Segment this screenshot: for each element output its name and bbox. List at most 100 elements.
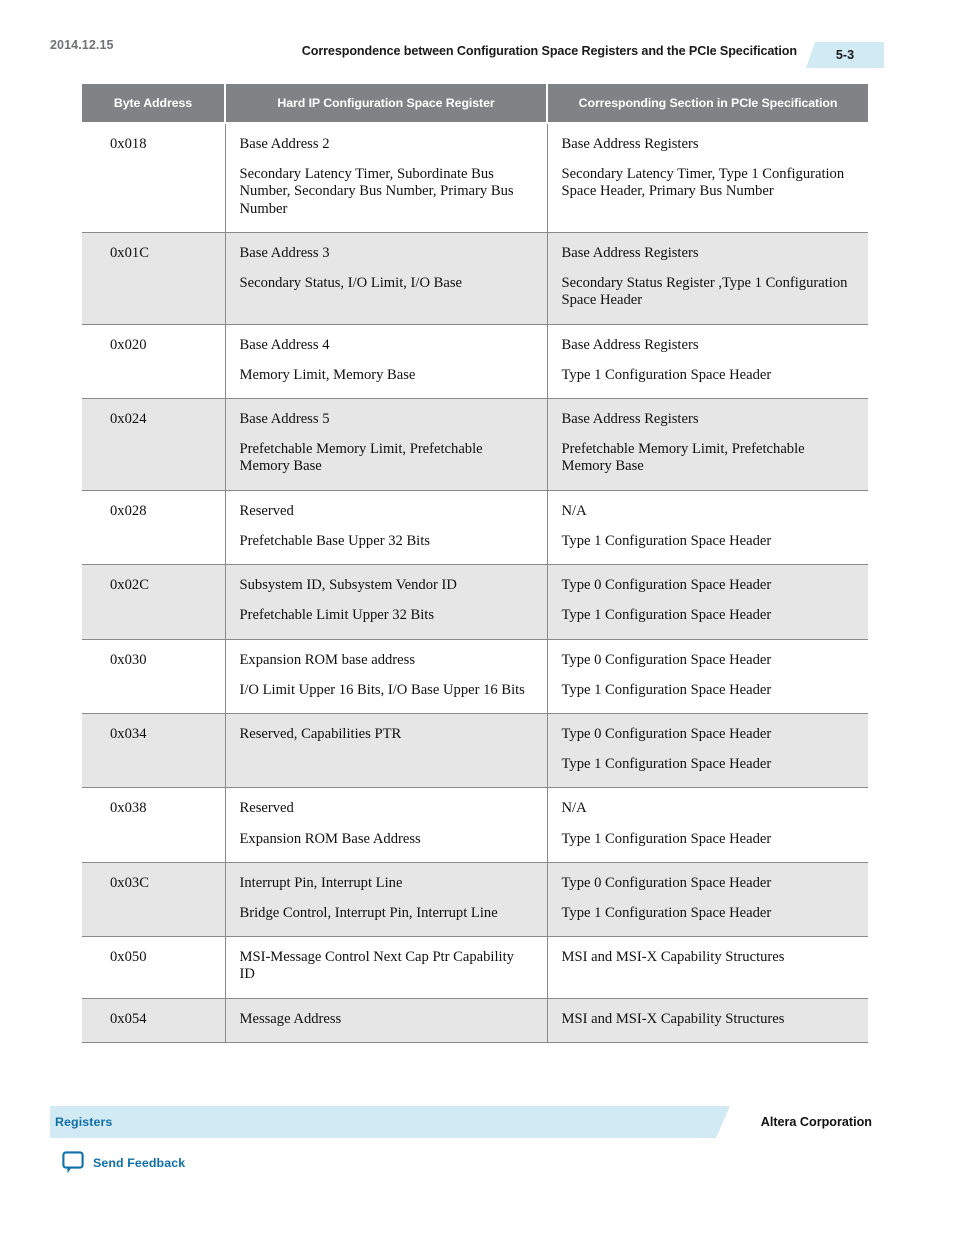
cell-paragraph: Prefetchable Memory Limit, Prefetchable … <box>561 441 805 475</box>
cell-paragraph: Type 1 Configuration Space Header <box>561 366 772 383</box>
page-header: 2014.12.15 Correspondence between Config… <box>0 0 954 72</box>
table-row: 0x050 MSI-Message Control Next Cap Ptr Ca… <box>82 936 868 999</box>
cell-paragraph: Base Address 2 <box>239 136 330 152</box>
cell-paragraph: N/A <box>561 502 587 519</box>
cell-paragraph: Type 1 Configuration Space Header <box>561 756 772 773</box>
cell-paragraph: Message Address <box>239 1010 342 1027</box>
cell-paragraph: Secondary Latency Timer, Type 1 Configur… <box>561 166 845 200</box>
cell-pcie-section: Type 0 Configuration Space Header Type 1 … <box>547 713 868 789</box>
cell-paragraph: Reserved <box>239 800 294 817</box>
cell-paragraph: Reserved <box>239 502 294 519</box>
table-row: 0x054 Message Address MSI and MSI-X Capabi… <box>82 998 868 1043</box>
cell-paragraph: Bridge Control, Interrupt Pin, Interrupt… <box>239 905 498 922</box>
cell-byte-address: 0x024 <box>82 398 226 491</box>
footer-corporation-label: Altera Corporation <box>760 1115 872 1129</box>
cell-byte-address: 0x050 <box>82 936 226 999</box>
cell-paragraph: N/A <box>561 800 587 817</box>
cell-paragraph: Type 1 Configuration Space Header <box>561 830 772 847</box>
cell-pcie-section: Base Address Registers Type 1 Configurati… <box>547 324 868 399</box>
cell-paragraph: Type 0 Configuration Space Header <box>561 577 772 594</box>
cell-paragraph: Subsystem ID, Subsystem Vendor ID <box>239 577 457 594</box>
column-header-byte-address: Byte Address <box>82 84 226 124</box>
page-footer: Registers Altera Corporation Send Feedba… <box>0 1106 954 1196</box>
cell-pcie-section: Base Address Registers Secondary Latency … <box>547 123 868 233</box>
speech-bubble-icon <box>62 1151 84 1174</box>
cell-hard-ip-register: Base Address 3 Secondary Status, I/O Limi… <box>225 232 548 325</box>
cell-paragraph: Expansion ROM Base Address <box>239 830 421 847</box>
cell-byte-address: 0x02C <box>82 564 226 640</box>
cell-paragraph: Prefetchable Base Upper 32 Bits <box>239 532 430 549</box>
cell-hard-ip-register: Reserved, Capabilities PTR <box>225 713 548 789</box>
cell-hard-ip-register: Interrupt Pin, Interrupt Line Bridge Cont… <box>225 862 548 938</box>
table-row: 0x020 Base Address 4 Memory Limit, Memory … <box>82 324 868 399</box>
cell-paragraph: MSI and MSI-X Capability Structures <box>561 949 785 966</box>
cell-byte-address: 0x028 <box>82 490 226 566</box>
cell-paragraph: Type 1 Configuration Space Header <box>561 681 772 698</box>
cell-paragraph: Type 1 Configuration Space Header <box>561 607 772 624</box>
cell-byte-address: 0x020 <box>82 324 226 399</box>
send-feedback-label: Send Feedback <box>93 1156 186 1170</box>
table-row: 0x024 Base Address 5 Prefetchable Memory L… <box>82 398 868 491</box>
cell-hard-ip-register: Expansion ROM base address I/O Limit Uppe… <box>225 639 548 714</box>
cell-paragraph: Reserved, Capabilities PTR <box>239 725 402 742</box>
cell-paragraph: Expansion ROM base address <box>239 651 416 668</box>
cell-pcie-section: MSI and MSI-X Capability Structures <box>547 936 868 999</box>
cell-hard-ip-register: Message Address <box>225 998 548 1043</box>
cell-paragraph: MSI and MSI-X Capability Structures <box>561 1010 785 1027</box>
cell-paragraph: Secondary Status Register ,Type 1 Config… <box>561 275 848 309</box>
cell-paragraph: Prefetchable Memory Limit, Prefetchable … <box>239 441 483 475</box>
table-row: 0x02C Subsystem ID, Subsystem Vendor ID Pr… <box>82 564 868 640</box>
cell-paragraph: I/O Limit Upper 16 Bits, I/O Base Upper … <box>239 681 525 698</box>
cell-byte-address: 0x034 <box>82 713 226 789</box>
table-header: Byte Address Hard IP Configuration Space… <box>82 84 868 124</box>
cell-paragraph: Memory Limit, Memory Base <box>239 366 416 383</box>
table-row: 0x01C Base Address 3 Secondary Status, I/O… <box>82 232 868 325</box>
cell-paragraph: Prefetchable Limit Upper 32 Bits <box>239 607 435 624</box>
table-row: 0x028 Reserved Prefetchable Base Upper 32 … <box>82 490 868 566</box>
cell-paragraph: MSI-Message Control Next Cap Ptr Capabil… <box>239 949 514 983</box>
cell-pcie-section: Type 0 Configuration Space Header Type 1 … <box>547 639 868 714</box>
column-header-hard-ip-register: Hard IP Configuration Space Register <box>225 84 548 124</box>
cell-pcie-section: N/A Type 1 Configuration Space Header <box>547 787 868 863</box>
cell-paragraph: Base Address Registers <box>561 136 699 152</box>
configuration-space-register-table: Byte Address Hard IP Configuration Space… <box>82 84 868 1043</box>
table-row: 0x038 Reserved Expansion ROM Base Address N… <box>82 787 868 863</box>
cell-hard-ip-register: Base Address 4 Memory Limit, Memory Base <box>225 324 548 399</box>
cell-hard-ip-register: MSI-Message Control Next Cap Ptr Capabil… <box>225 936 548 999</box>
cell-paragraph: Interrupt Pin, Interrupt Line <box>239 874 403 891</box>
header-date: 2014.12.15 <box>50 38 114 52</box>
cell-pcie-section: Type 0 Configuration Space Header Type 1 … <box>547 564 868 640</box>
page-number-label: 5-3 <box>835 48 855 62</box>
cell-paragraph: Type 0 Configuration Space Header <box>561 725 772 742</box>
cell-paragraph: Base Address Registers <box>561 244 699 261</box>
cell-paragraph: Base Address 3 <box>239 244 330 261</box>
cell-paragraph: Base Address Registers <box>561 410 699 427</box>
cell-hard-ip-register: Subsystem ID, Subsystem Vendor ID Prefetc… <box>225 564 548 640</box>
table-row: 0x018 Base Address 2 Secondary Latency Tim… <box>82 123 868 233</box>
cell-paragraph: Secondary Latency Timer, Subordinate Bus… <box>239 166 514 217</box>
cell-hard-ip-register: Reserved Prefetchable Base Upper 32 Bits <box>225 490 548 566</box>
cell-byte-address: 0x01C <box>82 232 226 325</box>
cell-hard-ip-register: Reserved Expansion ROM Base Address <box>225 787 548 863</box>
cell-hard-ip-register: Base Address 5 Prefetchable Memory Limit,… <box>225 398 548 491</box>
table-row: 0x034 Reserved, Capabilities PTR Type 0 Co… <box>82 713 868 789</box>
cell-paragraph: Type 0 Configuration Space Header <box>561 874 772 891</box>
cell-paragraph: Base Address 4 <box>239 336 330 353</box>
table-body: 0x018 Base Address 2 Secondary Latency Tim… <box>82 123 868 1043</box>
cell-hard-ip-register: Base Address 2 Secondary Latency Timer, S… <box>225 123 548 233</box>
footer-section-band <box>50 1106 730 1138</box>
cell-paragraph: Base Address Registers <box>561 336 699 353</box>
footer-section-label: Registers <box>55 1115 113 1129</box>
cell-pcie-section: MSI and MSI-X Capability Structures <box>547 998 868 1043</box>
table-row: 0x030 Expansion ROM base address I/O Limit… <box>82 639 868 714</box>
cell-byte-address: 0x054 <box>82 998 226 1043</box>
cell-byte-address: 0x03C <box>82 862 226 938</box>
table-row: 0x03C Interrupt Pin, Interrupt Line Bridge… <box>82 862 868 938</box>
cell-pcie-section: Base Address Registers Prefetchable Memor… <box>547 398 868 491</box>
table-header-row: Byte Address Hard IP Configuration Space… <box>82 84 868 124</box>
cell-paragraph: Type 1 Configuration Space Header <box>561 532 772 549</box>
cell-pcie-section: N/A Type 1 Configuration Space Header <box>547 490 868 566</box>
send-feedback-link[interactable]: Send Feedback <box>62 1150 185 1176</box>
cell-byte-address: 0x018 <box>82 123 226 233</box>
cell-pcie-section: Base Address Registers Secondary Status R… <box>547 232 868 325</box>
